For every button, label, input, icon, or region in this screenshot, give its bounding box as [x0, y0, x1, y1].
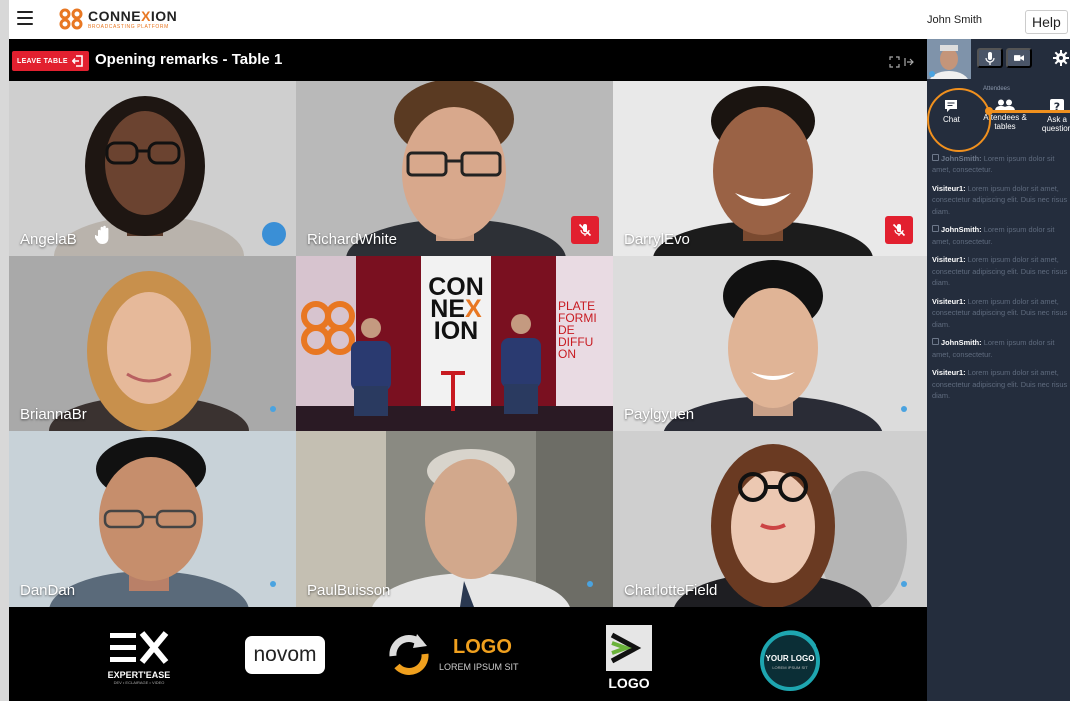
logo1-name: LOGO [453, 636, 512, 658]
expertease-name: EXPERT'EASE [107, 670, 171, 680]
participant-name: CharlotteField [624, 582, 718, 599]
tutorial-pointer-knob [985, 107, 993, 115]
novom-name: novom [253, 643, 317, 666]
exit-icon [71, 55, 83, 67]
participant-tile[interactable]: DarrylEvo [613, 81, 927, 256]
sponsor-logo-2[interactable]: LOGO [593, 625, 665, 701]
mic-off-icon [892, 223, 906, 237]
stage-screen-logo: CON NEX ION [428, 273, 484, 345]
sponsor-novom[interactable]: novom [245, 636, 325, 674]
participant-tile[interactable]: BriannaBr [9, 256, 296, 431]
tab-ask-label: Ask a question [1041, 115, 1070, 133]
participant-name: BriannaBr [20, 406, 87, 423]
tab-ask-question[interactable]: ? Ask a question [1037, 99, 1070, 134]
attendees-header: Attendees [983, 86, 1011, 92]
hamburger-menu-icon[interactable] [17, 11, 33, 25]
chat-message: Visiteur1: Lorem ipsum dolor sit amet, c… [932, 296, 1068, 329]
participant-name: Paylgyuen [624, 406, 695, 423]
chat-message: Visiteur1: Lorem ipsum dolor sit amet, c… [932, 255, 1068, 288]
user-name[interactable]: John Smith [927, 14, 982, 26]
microphone-toggle[interactable] [977, 48, 1003, 68]
muted-badge [885, 216, 913, 244]
leave-table-button[interactable]: LEAVE TABLE [12, 51, 89, 71]
participant-video [9, 256, 296, 431]
status-dot [270, 406, 276, 412]
participant-name: DanDan [20, 582, 76, 599]
table-header: LEAVE TABLE Opening remarks - Table 1 [9, 39, 927, 81]
tutorial-highlight-ring [927, 88, 991, 152]
speaking-indicator [262, 222, 286, 246]
arrows-logo-icon [389, 634, 429, 675]
participant-tile[interactable]: Paylgyuen [613, 256, 927, 431]
self-video-preview[interactable] [927, 39, 971, 79]
microphone-icon [985, 51, 995, 65]
tutorial-pointer-line [986, 110, 1070, 113]
status-dot [270, 581, 276, 587]
chat-messages: JohnSmith: Lorem ipsum dolor sit amet, c… [932, 153, 1068, 408]
mic-off-icon [578, 223, 592, 237]
participant-tile[interactable]: AngelaB [9, 81, 296, 256]
your-logo-name: YOUR LOGO [765, 654, 815, 663]
sponsor-your-logo[interactable]: YOUR LOGO LOREM IPSUM SIT [755, 626, 825, 696]
brand-tagline: BROADCASTING PLATFORM [88, 23, 169, 30]
side-panel: Attendees Chat Attendees & tables ? Ask … [927, 39, 1070, 701]
expertease-tagline: DEV • ECLAIRAGE • VIDEO [113, 680, 165, 685]
fullscreen-icon[interactable] [889, 56, 915, 68]
status-dot [587, 581, 593, 587]
participant-name: AngelaB [20, 231, 77, 248]
self-video [927, 39, 971, 79]
participant-video [613, 81, 927, 256]
participant-video [613, 431, 927, 607]
participant-tile[interactable]: RichardWhite [296, 81, 613, 256]
your-logo-tagline: LOREM IPSUM SIT [772, 665, 808, 670]
participant-tile[interactable]: PaulBuisson [296, 431, 613, 607]
muted-badge [571, 216, 599, 244]
chat-message: JohnSmith: Lorem ipsum dolor sit amet, c… [932, 338, 1055, 359]
sponsor-logo-1[interactable]: LOGO LOREM IPSUM SIT [385, 626, 535, 686]
expertease-logo-icon [110, 631, 169, 664]
moderator-icon [932, 338, 939, 346]
chat-message: JohnSmith: Lorem ipsum dolor sit amet, c… [932, 225, 1055, 246]
participant-name: DarrylEvo [624, 231, 690, 248]
chat-message: Visiteur1: Lorem ipsum dolor sit amet, c… [932, 368, 1068, 400]
camera-toggle[interactable] [1006, 48, 1032, 68]
stage-side-text: PLATE FORMI DE DIFFU ON [558, 299, 597, 361]
camera-icon [1014, 55, 1024, 61]
table-title: Opening remarks - Table 1 [95, 51, 283, 68]
gear-icon[interactable] [1053, 50, 1069, 66]
sponsor-bar: EXPERT'EASE DEV • ECLAIRAGE • VIDEO novo… [9, 607, 927, 701]
brand-name: CONNEXION [88, 7, 178, 24]
help-button[interactable]: Help [1025, 10, 1068, 34]
participant-name: PaulBuisson [307, 582, 391, 599]
sponsor-expertease[interactable]: EXPERT'EASE DEV • ECLAIRAGE • VIDEO [103, 631, 175, 685]
chat-message: Visiteur1: Lorem ipsum dolor sit amet, c… [932, 183, 1068, 216]
status-dot [901, 406, 907, 412]
brand-logo[interactable]: CONNEXION BROADCASTING PLATFORM [59, 8, 177, 30]
logo1-tagline: LOREM IPSUM SIT [439, 662, 519, 672]
participant-name: RichardWhite [307, 231, 398, 248]
participant-video [296, 81, 613, 256]
connexion-logo-icon [59, 8, 83, 30]
participant-tile[interactable]: DanDan [9, 431, 296, 607]
participant-tile[interactable]: CharlotteField [613, 431, 927, 607]
top-bar: CONNEXION BROADCASTING PLATFORM John Smi… [9, 0, 1070, 39]
raised-hand-icon [95, 225, 109, 244]
logo2-name: LOGO [608, 675, 650, 691]
participant-video [613, 256, 927, 431]
stage-tile[interactable]: CON NEX ION PLATE FORMI DE DIFFU ON [296, 256, 613, 431]
participant-video [9, 431, 296, 607]
chat-message: JohnSmith: Lorem ipsum dolor sit amet, c… [932, 154, 1055, 175]
participant-video [296, 431, 613, 607]
chevron-logo-icon [606, 625, 652, 671]
video-grid: AngelaB RichardWhite DarrylEvo BriannaBr… [9, 81, 927, 607]
participant-video [9, 81, 296, 256]
moderator-icon [932, 154, 939, 161]
moderator-icon [932, 225, 939, 233]
status-dot [901, 581, 907, 587]
app-window: CONNEXION BROADCASTING PLATFORM John Smi… [9, 0, 1070, 701]
leave-table-label: LEAVE TABLE [17, 57, 68, 65]
